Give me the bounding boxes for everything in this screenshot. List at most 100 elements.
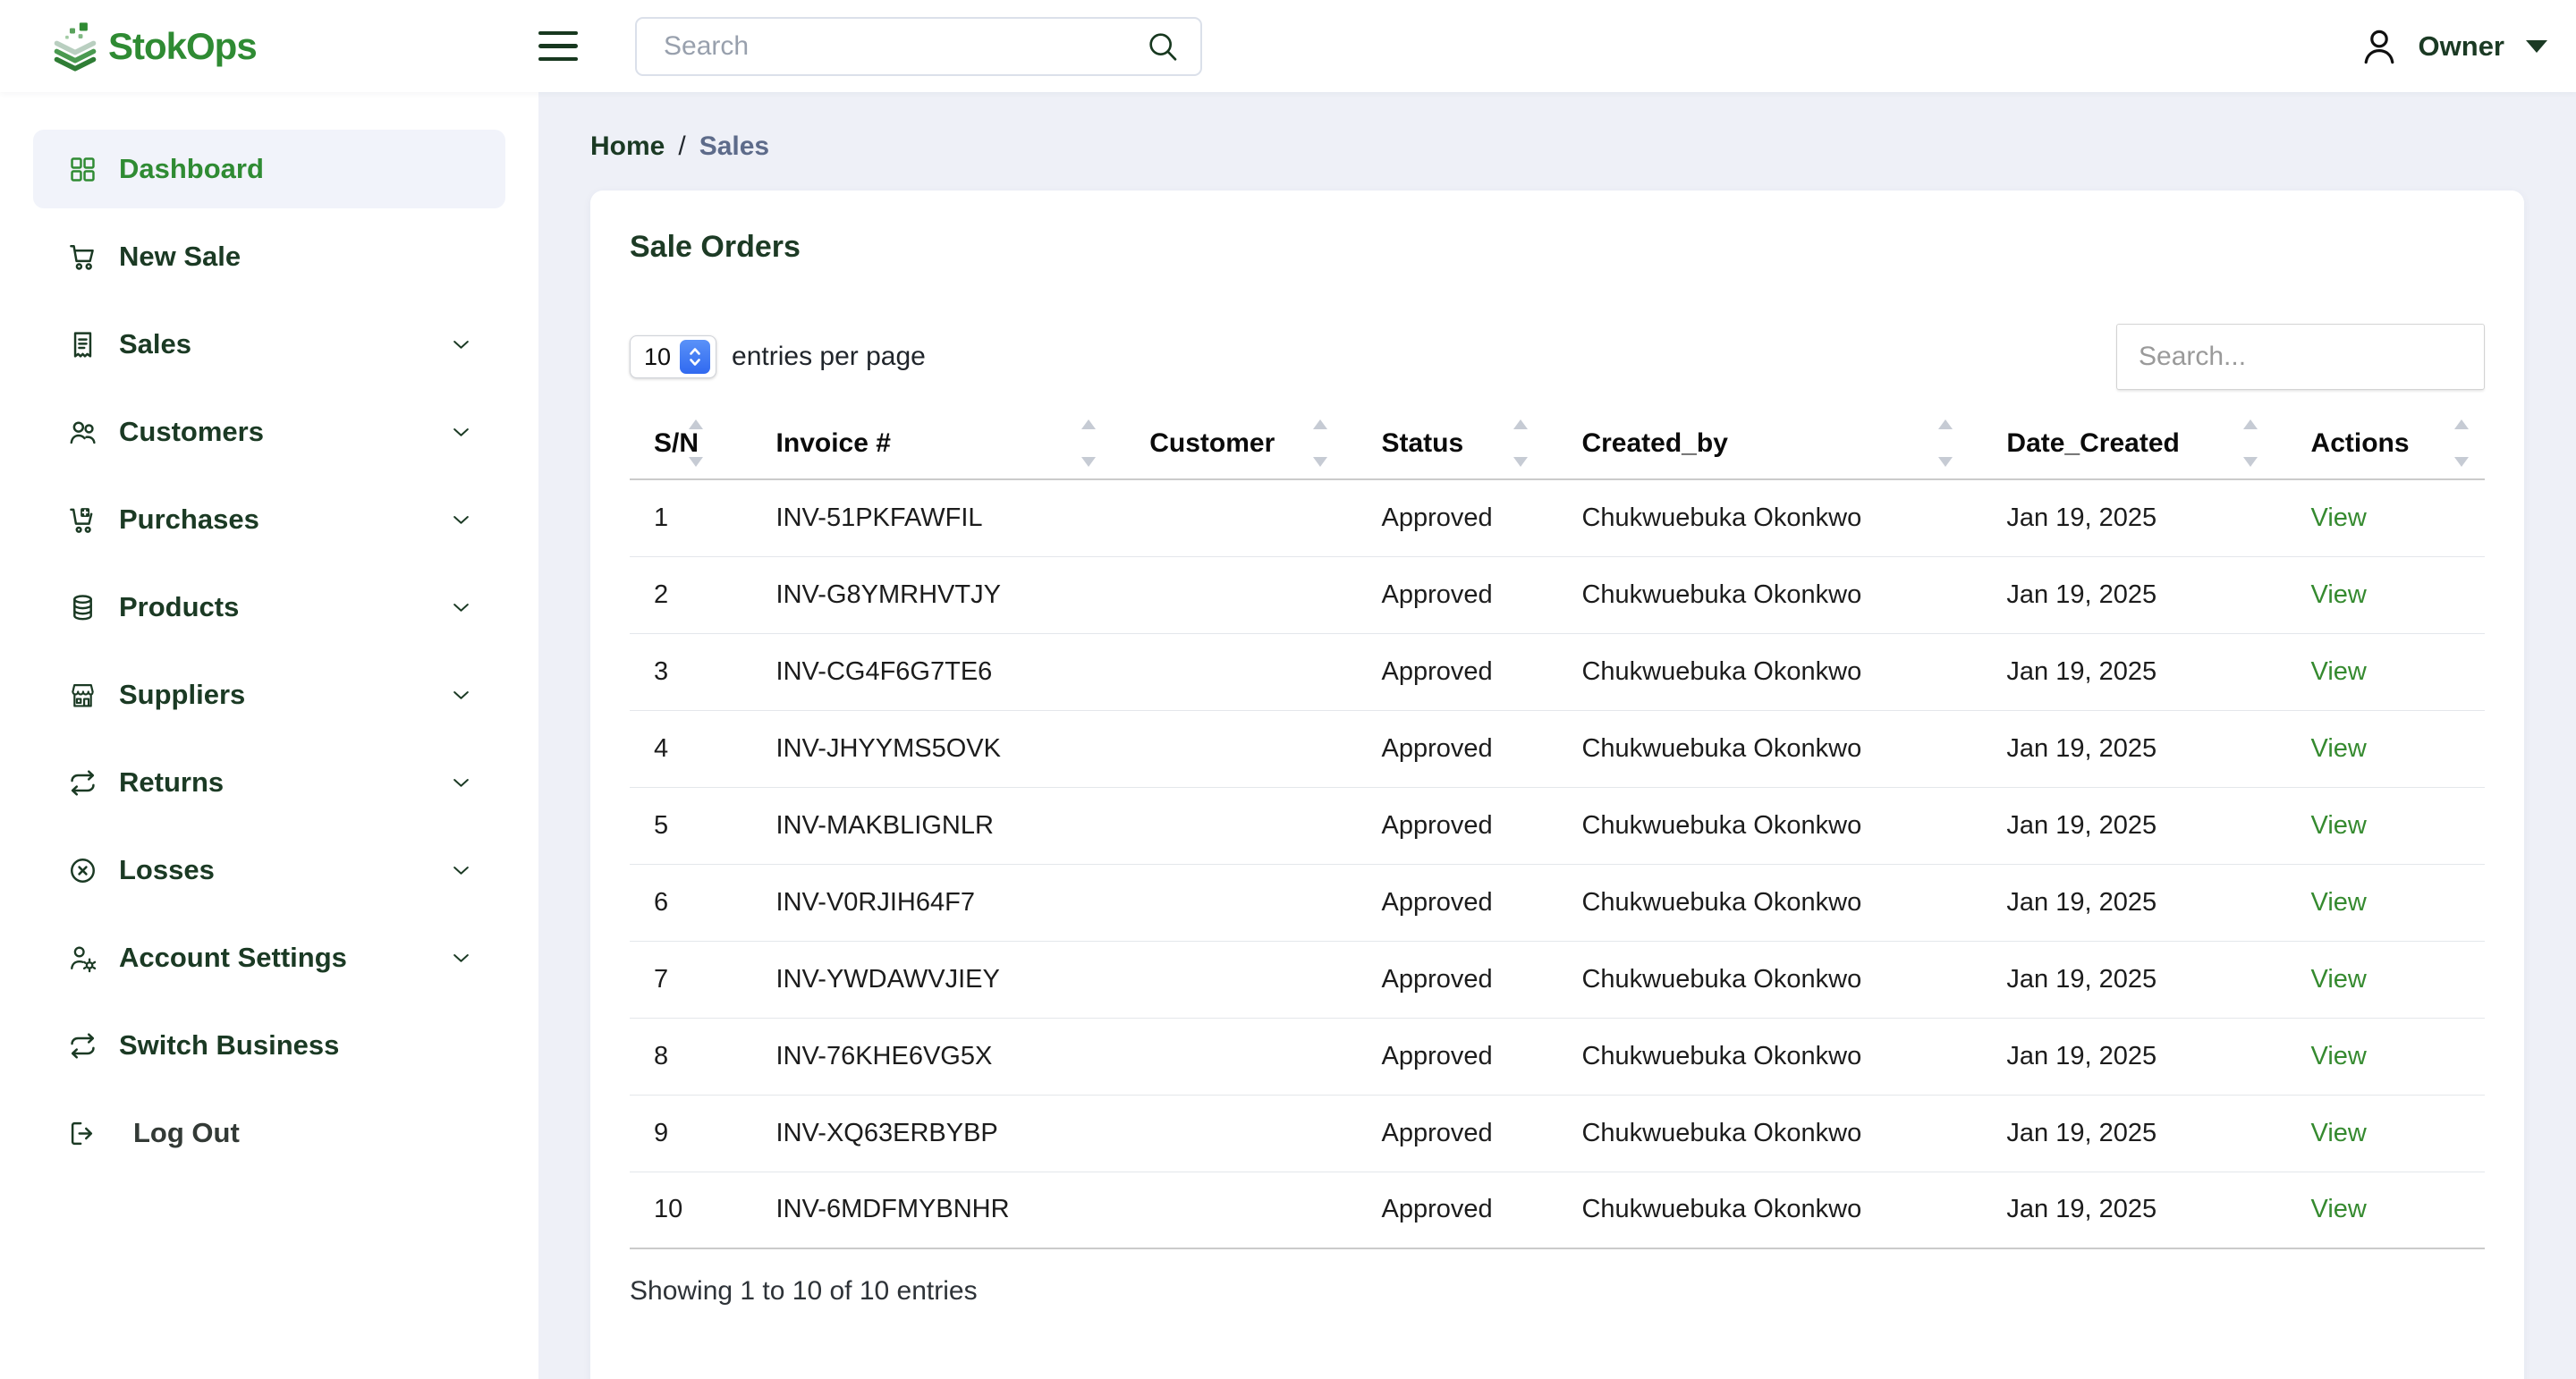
sidebar-item-label: Products	[119, 591, 239, 623]
cell-created-by: Chukwuebuka Okonkwo	[1544, 633, 1969, 710]
view-link[interactable]: View	[2311, 1042, 2367, 1070]
cell-sn: 3	[630, 633, 719, 710]
view-link[interactable]: View	[2311, 657, 2367, 686]
column-header-customer[interactable]: Customer	[1112, 408, 1343, 479]
sidebar-item-new-sale[interactable]: New Sale	[33, 217, 505, 296]
column-header-label: Invoice #	[776, 428, 891, 458]
entries-per-page-label: entries per page	[732, 342, 926, 372]
stokops-logo-icon	[49, 21, 101, 72]
cell-created-by: Chukwuebuka Okonkwo	[1544, 941, 1969, 1018]
column-header-label: Status	[1381, 428, 1463, 458]
sidebar-item-dashboard[interactable]: Dashboard	[33, 130, 505, 208]
entries-select-value: 10	[644, 343, 671, 371]
cell-status: Approved	[1343, 710, 1544, 787]
cell-status: Approved	[1343, 1172, 1544, 1248]
column-header-status[interactable]: Status	[1343, 408, 1544, 479]
sidebar-item-losses[interactable]: Losses	[33, 831, 505, 909]
sidebar-item-account-settings[interactable]: Account Settings	[33, 918, 505, 997]
cell-date-created: Jan 19, 2025	[1969, 1172, 2273, 1248]
table-row: 8INV-76KHE6VG5XApprovedChukwuebuka Okonk…	[630, 1018, 2485, 1095]
global-search-input[interactable]	[635, 17, 1202, 76]
cart-plus-icon	[67, 504, 98, 536]
cell-date-created: Jan 19, 2025	[1969, 633, 2273, 710]
sidebar-item-label: Purchases	[119, 503, 259, 536]
user-menu[interactable]: Owner	[2358, 25, 2547, 68]
cell-status: Approved	[1343, 864, 1544, 941]
cell-status: Approved	[1343, 479, 1544, 556]
sidebar-item-products[interactable]: Products	[33, 568, 505, 647]
cell-sn: 8	[630, 1018, 719, 1095]
global-search	[635, 17, 1202, 76]
view-link[interactable]: View	[2311, 734, 2367, 763]
x-circle-icon	[67, 855, 98, 886]
sidebar-item-label: Suppliers	[119, 679, 245, 711]
stepper-icon	[680, 340, 710, 374]
logout-icon	[67, 1118, 98, 1149]
sidebar-item-returns[interactable]: Returns	[33, 743, 505, 822]
sort-desc-icon	[1513, 457, 1528, 467]
sort-asc-icon	[1938, 419, 1953, 429]
column-header-label: Created_by	[1581, 428, 1727, 458]
table-search-input[interactable]	[2116, 324, 2485, 390]
chevron-down-icon	[447, 769, 475, 797]
table-row: 9INV-XQ63ERBYBPApprovedChukwuebuka Okonk…	[630, 1095, 2485, 1172]
cell-date-created: Jan 19, 2025	[1969, 864, 2273, 941]
table-header-row: S/N Invoice # Customer Status Created_by Date…	[630, 408, 2485, 479]
sidebar-item-label: Sales	[119, 328, 191, 360]
search-icon[interactable]	[1145, 29, 1181, 64]
table-row: 3INV-CG4F6G7TE6ApprovedChukwuebuka Okonk…	[630, 633, 2485, 710]
view-link[interactable]: View	[2311, 811, 2367, 840]
cell-invoice: INV-JHYYMS5OVK	[719, 710, 1113, 787]
cell-sn: 1	[630, 479, 719, 556]
cell-created-by: Chukwuebuka Okonkwo	[1544, 556, 1969, 633]
sidebar-item-customers[interactable]: Customers	[33, 393, 505, 471]
sidebar-item-sales[interactable]: Sales	[33, 305, 505, 384]
cell-created-by: Chukwuebuka Okonkwo	[1544, 1095, 1969, 1172]
table-pagination-status: Showing 1 to 10 of 10 entries	[630, 1276, 2485, 1307]
sort-asc-icon	[1313, 419, 1327, 429]
cell-invoice: INV-6MDFMYBNHR	[719, 1172, 1113, 1248]
sidebar-item-suppliers[interactable]: Suppliers	[33, 656, 505, 734]
column-header-label: Actions	[2311, 428, 2410, 458]
sidebar-item-log-out[interactable]: Log Out	[33, 1094, 505, 1172]
table-row: 6INV-V0RJIH64F7ApprovedChukwuebuka Okonk…	[630, 864, 2485, 941]
cell-customer	[1112, 710, 1343, 787]
view-link[interactable]: View	[2311, 503, 2367, 532]
view-link[interactable]: View	[2311, 580, 2367, 609]
sidebar-item-label: Log Out	[133, 1117, 240, 1149]
table-row: 2INV-G8YMRHVTJYApprovedChukwuebuka Okonk…	[630, 556, 2485, 633]
sidebar-item-switch-business[interactable]: Switch Business	[33, 1006, 505, 1085]
cell-customer	[1112, 864, 1343, 941]
user-role-label: Owner	[2419, 30, 2504, 63]
cell-invoice: INV-XQ63ERBYBP	[719, 1095, 1113, 1172]
column-header-label: Date_Created	[2006, 428, 2179, 458]
column-header-invoice[interactable]: Invoice #	[719, 408, 1113, 479]
column-header-date[interactable]: Date_Created	[1969, 408, 2273, 479]
column-header-sn[interactable]: S/N	[630, 408, 719, 479]
view-link[interactable]: View	[2311, 888, 2367, 917]
cell-date-created: Jan 19, 2025	[1969, 556, 2273, 633]
sidebar-nav: Dashboard New Sale Sales Customers Purchases…	[0, 92, 538, 1379]
view-link[interactable]: View	[2311, 1119, 2367, 1147]
entries-select[interactable]: 10	[630, 335, 716, 378]
table-row: 7INV-YWDAWVJIEYApprovedChukwuebuka Okonk…	[630, 941, 2485, 1018]
view-link[interactable]: View	[2311, 1195, 2367, 1223]
repeat-icon	[67, 767, 98, 799]
sidebar-item-label: Customers	[119, 416, 264, 448]
cell-status: Approved	[1343, 941, 1544, 1018]
sidebar-item-purchases[interactable]: Purchases	[33, 480, 505, 559]
hamburger-menu-icon[interactable]	[538, 28, 578, 65]
users-icon	[67, 417, 98, 448]
cell-date-created: Jan 19, 2025	[1969, 787, 2273, 864]
cell-customer	[1112, 941, 1343, 1018]
breadcrumb-home-link[interactable]: Home	[590, 131, 665, 162]
page-title: Sale Orders	[630, 230, 2485, 265]
column-header-created_by[interactable]: Created_by	[1544, 408, 1969, 479]
view-link[interactable]: View	[2311, 965, 2367, 994]
column-header-actions[interactable]: Actions	[2274, 408, 2485, 479]
sort-desc-icon	[2243, 457, 2258, 467]
sidebar-item-label: Losses	[119, 854, 215, 886]
cell-invoice: INV-CG4F6G7TE6	[719, 633, 1113, 710]
chevron-down-icon	[447, 944, 475, 972]
chevron-down-icon	[447, 419, 475, 446]
